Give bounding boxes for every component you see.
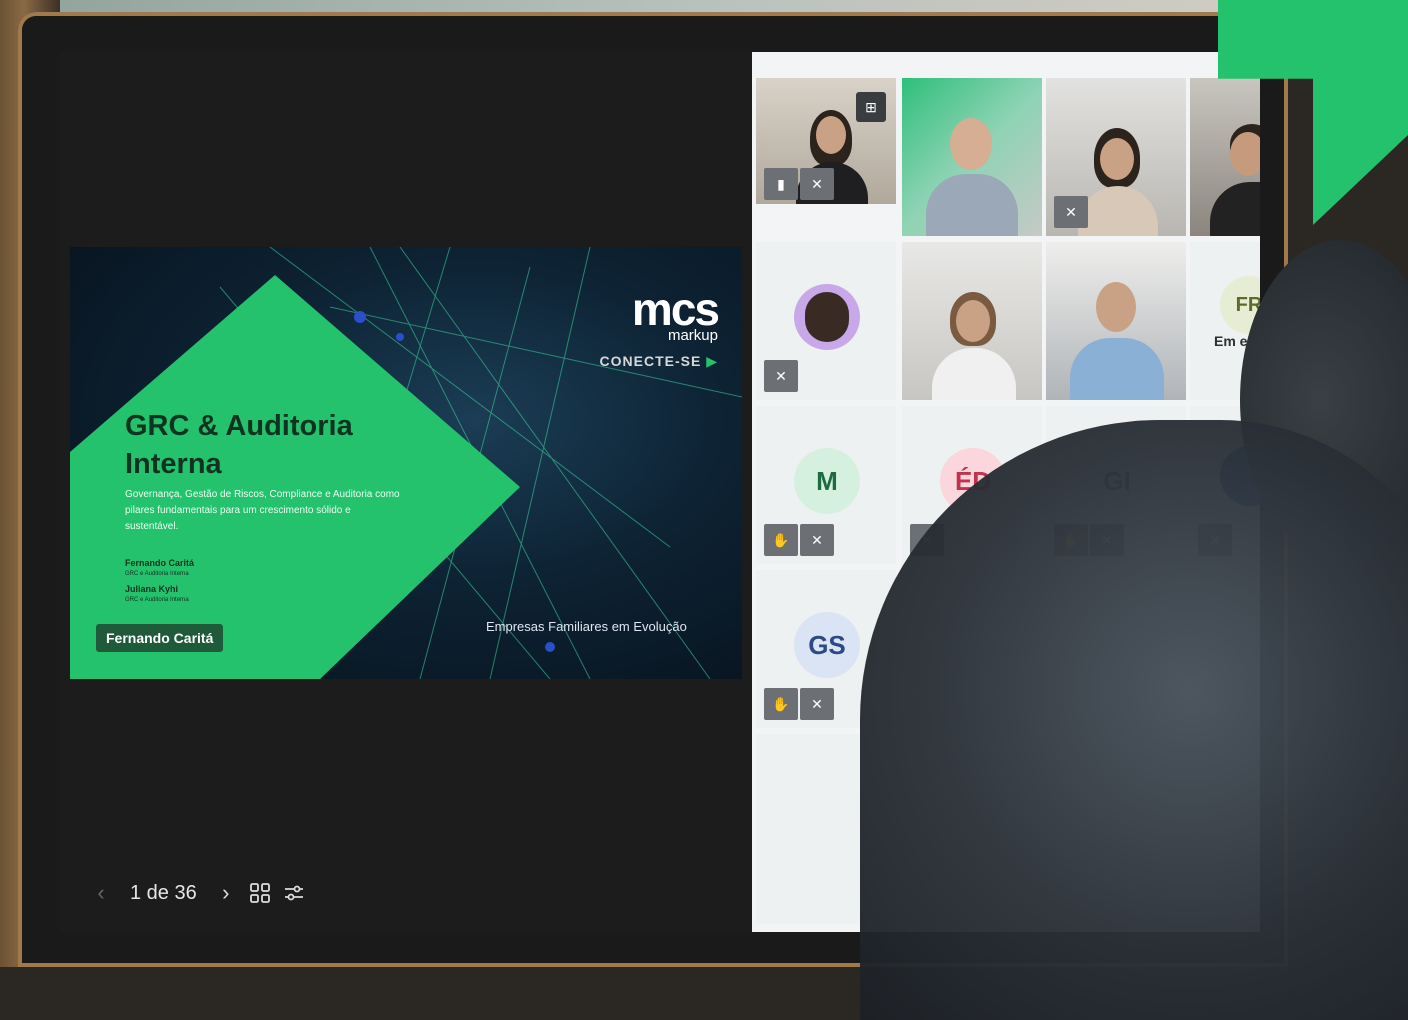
presenter1-name: Fernando Caritá bbox=[125, 558, 195, 568]
slide-footer: Empresas Familiares em Evolução bbox=[486, 619, 687, 634]
slide-pager: ‹ 1 de 36 › bbox=[84, 876, 311, 910]
participant-tile-video[interactable] bbox=[902, 242, 1042, 400]
sliders-icon[interactable] bbox=[277, 876, 311, 910]
mic-muted-icon: ✕ bbox=[800, 688, 834, 720]
slide-presenters: Fernando Caritá GRC e Auditoria Interna … bbox=[125, 555, 194, 603]
presentation-slide: mcs markup CONECTE-SE ▶ GRC & Auditoria … bbox=[70, 247, 742, 679]
logo-cta: CONECTE-SE ▶ bbox=[588, 353, 718, 370]
participant-tile-initials[interactable]: M ✋ ✕ bbox=[756, 406, 896, 564]
avatar bbox=[794, 284, 860, 350]
presenter2-name: Juliana Kyhi bbox=[125, 584, 179, 594]
presenter1-role: GRC e Auditoria Interna bbox=[125, 571, 189, 577]
speaker-name-tag: Fernando Caritá bbox=[96, 624, 224, 652]
slide-subtitle: Governança, Gestão de Riscos, Compliance… bbox=[125, 489, 400, 532]
mic-muted-icon: ✕ bbox=[800, 168, 834, 200]
mcs-logo: mcs markup CONECTE-SE ▶ bbox=[588, 283, 720, 370]
logo-main-text: mcs bbox=[631, 283, 720, 335]
participant-tile-video[interactable]: ✕ bbox=[1046, 78, 1186, 236]
participant-tile-video[interactable] bbox=[902, 78, 1042, 236]
presenter2-role: GRC e Auditoria Interna bbox=[125, 597, 189, 603]
logo-cta-text: CONECTE-SE bbox=[599, 353, 702, 369]
presentation-panel: mcs markup CONECTE-SE ▶ GRC & Auditoria … bbox=[60, 52, 752, 932]
hand-icon: ✋ bbox=[764, 688, 798, 720]
slide-title-line2: Interna bbox=[125, 448, 222, 480]
play-icon: ▶ bbox=[706, 353, 718, 369]
slide-counter: 1 de 36 bbox=[130, 881, 197, 904]
avatar: M bbox=[794, 448, 860, 514]
chevron-left-icon[interactable]: ‹ bbox=[84, 876, 118, 910]
grid-icon[interactable] bbox=[243, 876, 277, 910]
avatar: GS bbox=[794, 612, 860, 678]
mic-muted-icon: ✕ bbox=[764, 360, 798, 392]
signal-icon: ▮ bbox=[764, 168, 798, 200]
mic-muted-icon: ✕ bbox=[800, 524, 834, 556]
layout-icon[interactable]: ⊞ bbox=[856, 92, 886, 122]
chevron-right-icon[interactable]: › bbox=[209, 876, 243, 910]
slide-title-line1: GRC & Auditoria bbox=[125, 410, 353, 442]
participant-tile-video[interactable] bbox=[1046, 242, 1186, 400]
hand-icon: ✋ bbox=[764, 524, 798, 556]
mic-muted-icon: ✕ bbox=[1054, 196, 1088, 228]
participant-tile-photo[interactable]: ✕ bbox=[756, 242, 896, 400]
participant-tile-video[interactable] bbox=[1190, 78, 1260, 236]
slide-title: GRC & Auditoria Interna bbox=[125, 407, 405, 483]
